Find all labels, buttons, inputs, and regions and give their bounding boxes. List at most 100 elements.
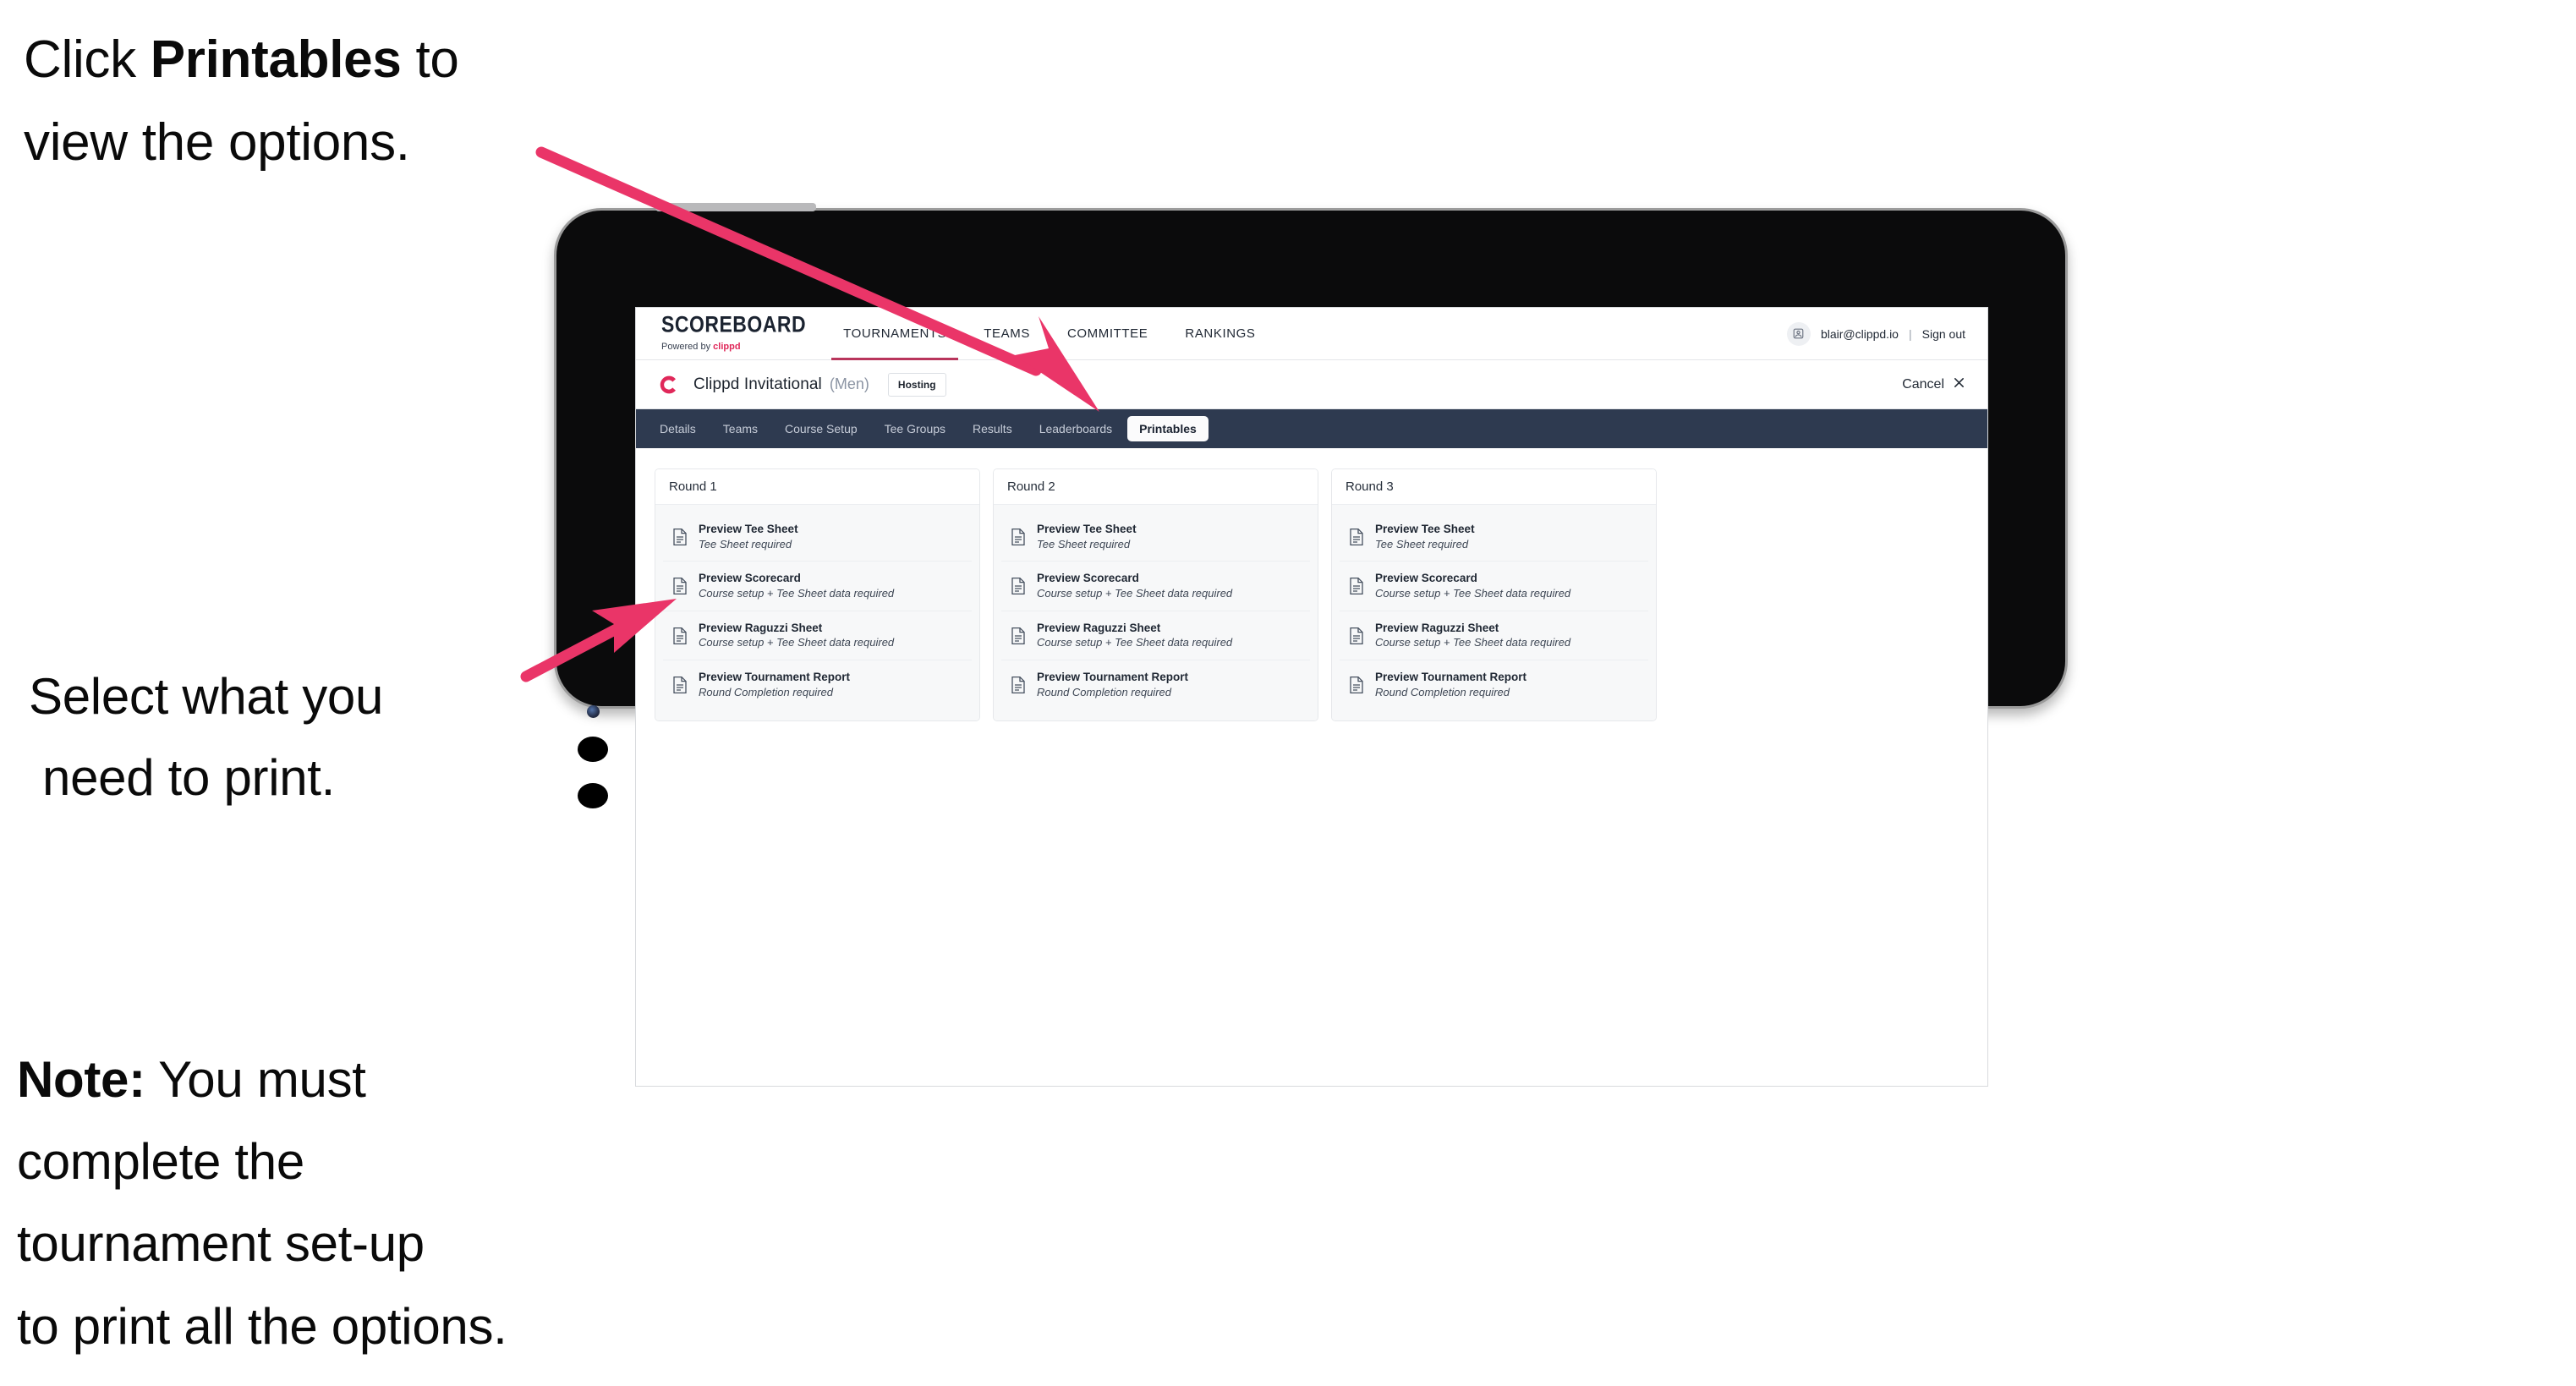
annotation-note-label: Note:: [17, 1051, 145, 1108]
printable-item-title: Preview Tee Sheet: [1037, 523, 1137, 535]
annotation-top-line2: view the options.: [24, 112, 410, 172]
printable-item-text: Preview Tee Sheet Tee Sheet required: [699, 523, 798, 551]
app-screen: SCOREBOARD Powered by clippd TOURNAMENTS…: [636, 308, 1987, 1086]
printable-item-title: Preview Scorecard: [1037, 572, 1139, 585]
printable-item-title: Preview Tee Sheet: [699, 523, 798, 535]
round-card: Round 2 Preview Tee Sheet Tee Sheet requ…: [993, 468, 1318, 721]
printable-item-title: Preview Raguzzi Sheet: [699, 621, 823, 634]
printable-item-requirement: Tee Sheet required: [1375, 537, 1469, 551]
printable-item-requirement: Round Completion required: [1037, 685, 1171, 698]
printable-item-tee-sheet[interactable]: Preview Tee Sheet Tee Sheet required: [663, 512, 972, 562]
round-title: Round 2: [994, 469, 1318, 505]
printable-item-requirement: Tee Sheet required: [1037, 537, 1131, 551]
printable-item-raguzzi-sheet[interactable]: Preview Raguzzi Sheet Course setup + Tee…: [1340, 611, 1648, 661]
brand-subtitle: Powered by clippd: [661, 342, 806, 352]
annotation-top-suffix: to: [401, 30, 459, 89]
tab-results[interactable]: Results: [961, 416, 1024, 441]
round-items: Preview Tee Sheet Tee Sheet required Pre…: [655, 505, 979, 720]
printable-item-tee-sheet[interactable]: Preview Tee Sheet Tee Sheet required: [1340, 512, 1648, 562]
annotation-middle-line2: need to print.: [42, 749, 336, 806]
tab-details[interactable]: Details: [648, 416, 708, 441]
annotation-click-printables: Click Printables to view the options.: [24, 19, 582, 184]
account-separator: |: [1908, 326, 1912, 341]
annotation-note-line2: complete the: [17, 1133, 304, 1191]
brand-logo[interactable]: SCOREBOARD Powered by clippd: [636, 308, 825, 359]
printable-item-tournament-report[interactable]: Preview Tournament Report Round Completi…: [1340, 660, 1648, 709]
tab-teams[interactable]: Teams: [711, 416, 770, 441]
printable-item-scorecard[interactable]: Preview Scorecard Course setup + Tee She…: [1001, 562, 1310, 611]
sign-out-button[interactable]: Sign out: [1922, 327, 1965, 341]
document-icon: [1348, 528, 1365, 546]
printable-item-requirement: Round Completion required: [699, 685, 833, 698]
printable-item-title: Preview Raguzzi Sheet: [1037, 621, 1161, 634]
printable-item-text: Preview Tee Sheet Tee Sheet required: [1037, 523, 1137, 551]
annotation-note-line4: to print all the options.: [17, 1297, 507, 1355]
tournament-name: Clippd Invitational: [693, 375, 822, 393]
close-icon: [1953, 376, 1965, 393]
printable-item-title: Preview Scorecard: [1375, 572, 1477, 585]
printable-item-requirement: Course setup + Tee Sheet data required: [699, 636, 895, 649]
printable-item-text: Preview Raguzzi Sheet Course setup + Tee…: [1037, 622, 1232, 649]
tournament-header: Clippd Invitational (Men) Hosting Cancel: [636, 360, 1987, 409]
printable-item-requirement: Tee Sheet required: [699, 537, 792, 551]
camera-icon: [587, 705, 600, 718]
tournament-gender: (Men): [829, 375, 869, 392]
printable-item-text: Preview Scorecard Course setup + Tee She…: [1037, 572, 1232, 600]
printable-item-text: Preview Scorecard Course setup + Tee She…: [1375, 572, 1570, 600]
nav-item-committee[interactable]: COMMITTEE: [1049, 308, 1166, 360]
printable-item-raguzzi-sheet[interactable]: Preview Raguzzi Sheet Course setup + Tee…: [663, 611, 972, 661]
status-badge: Hosting: [887, 372, 946, 397]
printable-item-requirement: Course setup + Tee Sheet data required: [1375, 636, 1571, 649]
nav-item-rankings[interactable]: RANKINGS: [1166, 308, 1274, 360]
printable-item-title: Preview Scorecard: [699, 572, 801, 585]
printable-item-requirement: Course setup + Tee Sheet data required: [699, 586, 895, 600]
printable-item-scorecard[interactable]: Preview Scorecard Course setup + Tee She…: [663, 562, 972, 611]
document-icon: [1010, 627, 1027, 645]
nav-item-teams[interactable]: TEAMS: [965, 308, 1049, 360]
device-button-bottom[interactable]: [578, 783, 608, 808]
document-icon: [1348, 676, 1365, 694]
printable-item-title: Preview Tournament Report: [699, 671, 851, 684]
printable-item-text: Preview Tournament Report Round Completi…: [699, 671, 850, 698]
round-items: Preview Tee Sheet Tee Sheet required Pre…: [1332, 505, 1656, 720]
annotation-top-bold: Printables: [150, 30, 402, 89]
cancel-button[interactable]: Cancel: [1902, 376, 1965, 393]
document-icon: [1348, 577, 1365, 595]
tab-course-setup[interactable]: Course Setup: [773, 416, 869, 441]
printable-item-tournament-report[interactable]: Preview Tournament Report Round Completi…: [1001, 660, 1310, 709]
round-title: Round 3: [1332, 469, 1656, 505]
printable-item-requirement: Course setup + Tee Sheet data required: [1037, 586, 1233, 600]
document-icon: [671, 627, 688, 645]
section-tabs: Details Teams Course Setup Tee Groups Re…: [636, 409, 1987, 448]
brand-sub-name: clippd: [713, 341, 741, 352]
document-icon: [1010, 577, 1027, 595]
tablet-speaker: [655, 203, 816, 211]
document-icon: [671, 528, 688, 546]
printable-item-scorecard[interactable]: Preview Scorecard Course setup + Tee She…: [1340, 562, 1648, 611]
annotation-select-print: Select what you need to print.: [29, 656, 553, 819]
annotation-top-prefix: Click: [24, 30, 151, 89]
user-avatar-icon[interactable]: [1786, 321, 1811, 346]
tab-leaderboards[interactable]: Leaderboards: [1028, 416, 1124, 441]
account-email: blair@clippd.io: [1820, 326, 1899, 341]
printable-item-title: Preview Tee Sheet: [1375, 523, 1475, 535]
tab-tee-groups[interactable]: Tee Groups: [873, 416, 957, 441]
annotation-note-line3: tournament set-up: [17, 1215, 425, 1273]
printable-item-text: Preview Scorecard Course setup + Tee She…: [699, 572, 894, 600]
round-card: Round 3 Preview Tee Sheet Tee Sheet requ…: [1331, 468, 1657, 721]
round-title: Round 1: [655, 469, 979, 505]
tutorial-slide: Click Printables to view the options. Se…: [0, 0, 2576, 1386]
printable-item-tee-sheet[interactable]: Preview Tee Sheet Tee Sheet required: [1001, 512, 1310, 562]
printable-item-title: Preview Tournament Report: [1375, 671, 1527, 684]
printable-item-title: Preview Raguzzi Sheet: [1375, 621, 1499, 634]
nav-item-tournaments[interactable]: TOURNAMENTS: [825, 308, 965, 360]
device-button-top[interactable]: [578, 737, 608, 762]
clippd-c-logo-icon: [655, 372, 680, 397]
document-icon: [1348, 627, 1365, 645]
printable-item-title: Preview Tournament Report: [1037, 671, 1189, 684]
printable-item-raguzzi-sheet[interactable]: Preview Raguzzi Sheet Course setup + Tee…: [1001, 611, 1310, 661]
printable-item-tournament-report[interactable]: Preview Tournament Report Round Completi…: [663, 660, 972, 709]
tab-printables[interactable]: Printables: [1127, 416, 1209, 441]
printable-item-text: Preview Tee Sheet Tee Sheet required: [1375, 523, 1475, 551]
